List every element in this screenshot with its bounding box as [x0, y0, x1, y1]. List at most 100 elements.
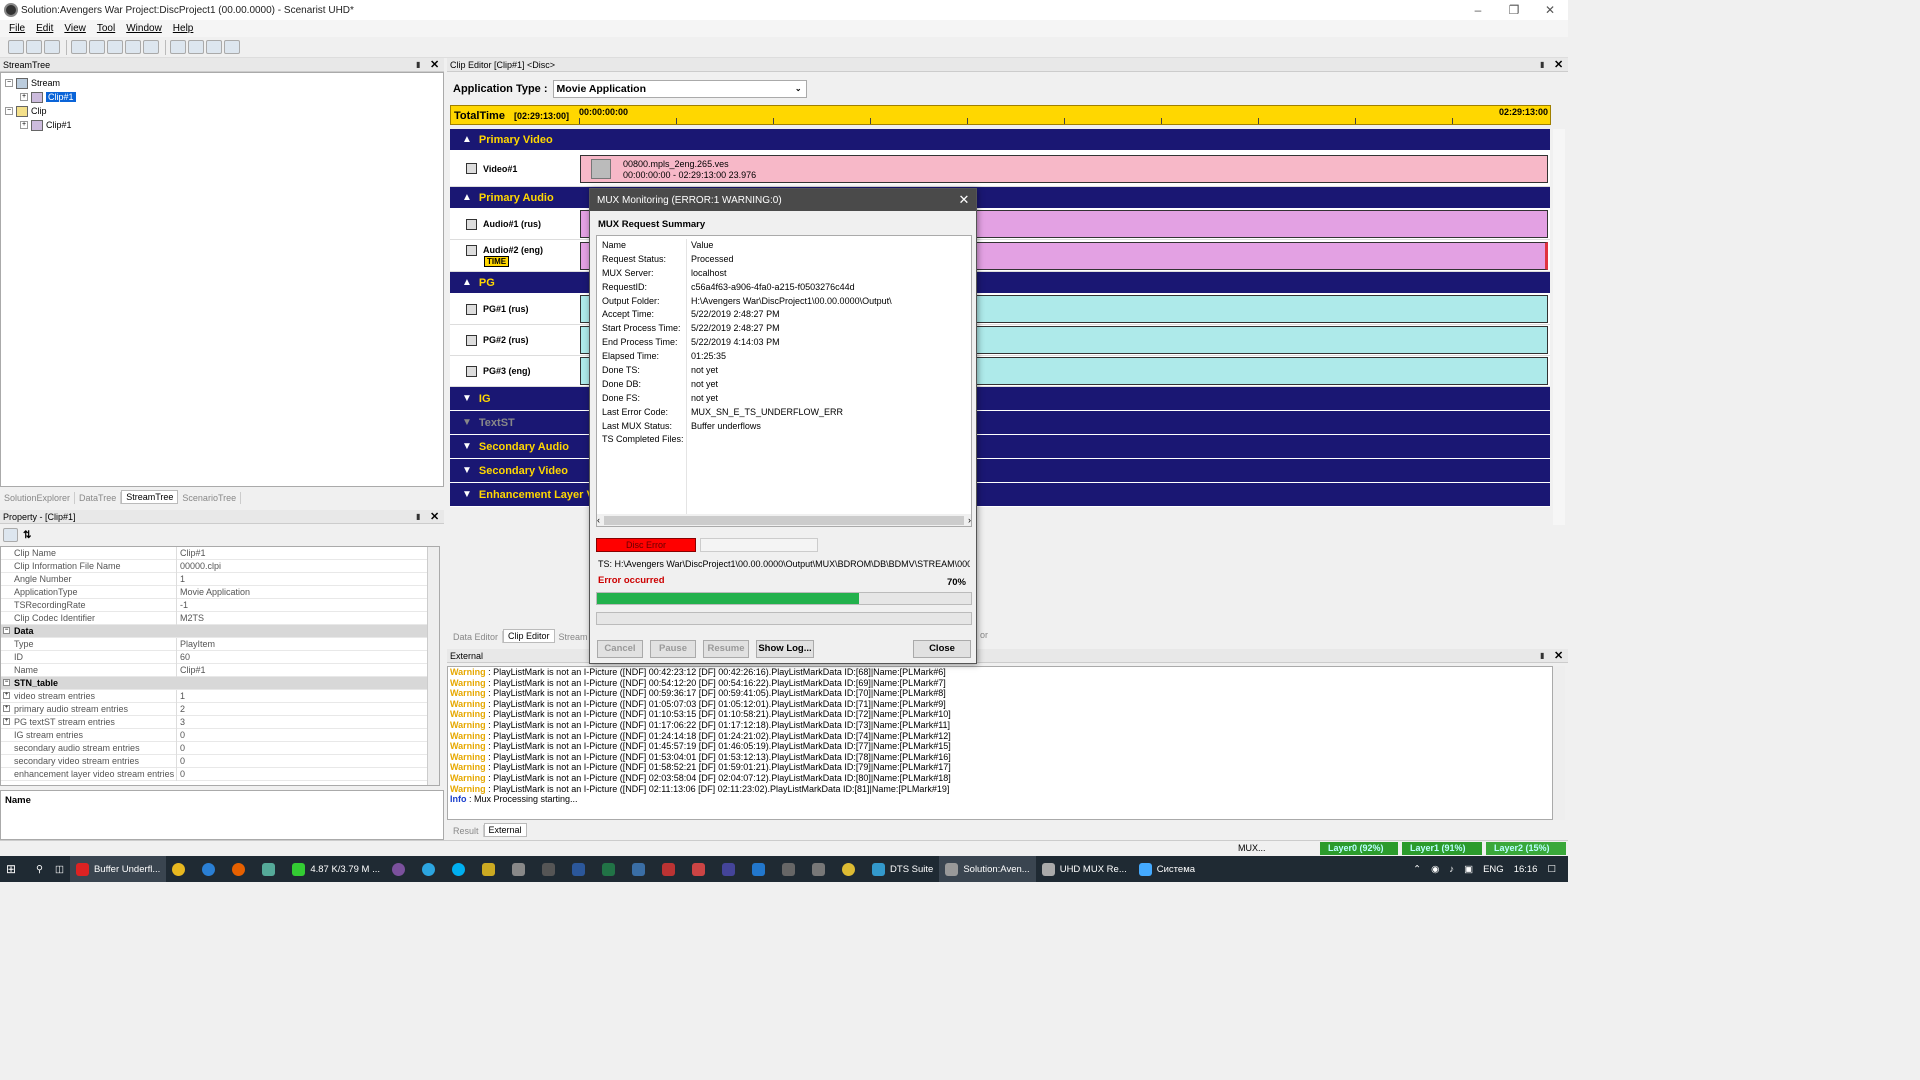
- property-row[interactable]: + PG textST stream entries 3: [1, 715, 439, 729]
- menu-help[interactable]: Help: [173, 23, 194, 34]
- cancel-button[interactable]: Cancel: [597, 640, 643, 658]
- close-window-icon[interactable]: ✕: [1532, 3, 1568, 17]
- menu-view[interactable]: View: [64, 23, 86, 34]
- menu-tool[interactable]: Tool: [97, 23, 115, 34]
- notifications-icon[interactable]: ☐: [1547, 864, 1556, 875]
- dialog-close-icon[interactable]: ✕: [952, 192, 976, 208]
- scroll-left-icon[interactable]: ‹: [597, 515, 600, 525]
- restore-icon[interactable]: ❐: [1496, 3, 1532, 17]
- application-type-select[interactable]: Movie Application ⌄: [552, 80, 807, 98]
- expand-icon[interactable]: +: [20, 93, 28, 101]
- timeline-scrollbar[interactable]: [1553, 129, 1565, 525]
- taskbar-item-dts[interactable]: DTS Suite: [866, 856, 939, 882]
- taskbar-item-torrent[interactable]: 4.87 K/3.79 M ...: [286, 856, 386, 882]
- word-icon[interactable]: [566, 856, 596, 882]
- tab-datatree[interactable]: DataTree: [75, 492, 122, 504]
- app10-icon[interactable]: [776, 856, 806, 882]
- property-row[interactable]: TSRecordingRate -1: [1, 598, 439, 612]
- redo-icon[interactable]: [143, 40, 159, 54]
- close-panel-icon[interactable]: ✕: [430, 510, 444, 523]
- property-row[interactable]: ID 60: [1, 650, 439, 664]
- app4-icon[interactable]: [536, 856, 566, 882]
- property-row[interactable]: Clip Name Clip#1: [1, 547, 439, 560]
- collapse-icon[interactable]: −: [5, 79, 13, 87]
- pause-button[interactable]: Pause: [650, 640, 696, 658]
- property-row[interactable]: Type PlayItem: [1, 637, 439, 651]
- task-view-icon[interactable]: ◫: [49, 856, 70, 882]
- section-primary-video[interactable]: ▲ Primary Video: [450, 129, 1550, 151]
- tab-solution-explorer[interactable]: SolutionExplorer: [0, 492, 76, 504]
- close-button[interactable]: Close: [913, 640, 971, 658]
- collapse-icon[interactable]: −: [3, 679, 10, 686]
- close-panel-icon[interactable]: ✕: [1554, 58, 1568, 71]
- open-icon[interactable]: [26, 40, 42, 54]
- tray-volume-icon[interactable]: ♪: [1449, 864, 1454, 875]
- tab-scenariotree[interactable]: ScenarioTree: [178, 492, 242, 504]
- paste-icon[interactable]: [107, 40, 123, 54]
- menu-file[interactable]: File: [9, 23, 25, 34]
- build-icon[interactable]: [170, 40, 186, 54]
- property-row[interactable]: enhancement layer video stream entries 0: [1, 767, 439, 781]
- app8-icon[interactable]: [716, 856, 746, 882]
- tab-external[interactable]: External: [483, 823, 527, 837]
- scroll-right-icon[interactable]: ›: [968, 515, 971, 525]
- app5-icon[interactable]: [626, 856, 656, 882]
- property-row[interactable]: secondary audio stream entries 0: [1, 741, 439, 755]
- expand-icon[interactable]: +: [3, 705, 10, 712]
- app9-icon[interactable]: [746, 856, 776, 882]
- taskbar-item-solution[interactable]: Solution:Aven...: [939, 856, 1036, 882]
- tray-chevron-icon[interactable]: ⌃: [1413, 864, 1421, 875]
- property-row[interactable]: ApplicationType Movie Application: [1, 585, 439, 599]
- app11-icon[interactable]: [836, 856, 866, 882]
- scroll-thumb[interactable]: [604, 515, 964, 525]
- search-icon[interactable]: ⚲: [30, 856, 49, 882]
- network-icon[interactable]: [206, 40, 222, 54]
- expand-icon[interactable]: +: [20, 121, 28, 129]
- save-icon[interactable]: [44, 40, 60, 54]
- property-row[interactable]: Angle Number 1: [1, 572, 439, 586]
- timeline-ruler[interactable]: TotalTime [02:29:13:00] 00:00:00:00 02:2…: [450, 105, 1551, 125]
- property-row[interactable]: IG stream entries 0: [1, 728, 439, 742]
- tab-streamtree[interactable]: StreamTree: [121, 490, 179, 504]
- disc-icon[interactable]: [224, 40, 240, 54]
- tree-node-stream[interactable]: − Stream: [5, 76, 443, 90]
- collapse-icon[interactable]: −: [5, 107, 13, 115]
- pin-icon[interactable]: ▮: [1540, 651, 1554, 660]
- chrome-icon[interactable]: [166, 856, 196, 882]
- menu-window[interactable]: Window: [126, 23, 162, 34]
- track-video-1[interactable]: Video#1 00800.mpls_2eng.265.ves 00:00:00…: [450, 151, 1550, 187]
- expand-icon[interactable]: +: [3, 718, 10, 725]
- property-scrollbar[interactable]: [427, 547, 439, 785]
- app7-icon[interactable]: [686, 856, 716, 882]
- skype-icon[interactable]: [446, 856, 476, 882]
- viber-icon[interactable]: [386, 856, 416, 882]
- close-panel-icon[interactable]: ✕: [430, 58, 444, 71]
- tab-clip-editor[interactable]: Clip Editor: [503, 629, 555, 643]
- tree-node-clip-clip[interactable]: + Clip#1: [5, 118, 443, 132]
- tree-node-stream-clip[interactable]: + Clip#1: [5, 90, 443, 104]
- property-row[interactable]: secondary video stream entries 0: [1, 754, 439, 768]
- collapse-icon[interactable]: −: [3, 627, 10, 634]
- menu-edit[interactable]: Edit: [36, 23, 53, 34]
- property-row[interactable]: Clip Information File Name 00000.clpi: [1, 559, 439, 573]
- show-log-button[interactable]: Show Log...: [756, 640, 814, 658]
- app6-icon[interactable]: [656, 856, 686, 882]
- app2-icon[interactable]: [476, 856, 506, 882]
- firefox-icon[interactable]: [226, 856, 256, 882]
- clock[interactable]: 16:16: [1514, 864, 1538, 875]
- tray-network-icon[interactable]: ▣: [1464, 864, 1473, 875]
- tray-wifi-icon[interactable]: ◉: [1431, 864, 1439, 875]
- log-scrollbar[interactable]: [1553, 666, 1565, 820]
- video-clip-bar[interactable]: 00800.mpls_2eng.265.ves 00:00:00:00 - 02…: [580, 154, 1548, 183]
- sort-alpha-icon[interactable]: ⇅: [23, 530, 31, 541]
- windows-start-icon[interactable]: ⊞: [0, 856, 30, 882]
- categorized-icon[interactable]: [3, 528, 18, 542]
- property-row[interactable]: Name Clip#1: [1, 663, 439, 677]
- excel-icon[interactable]: [596, 856, 626, 882]
- minimize-icon[interactable]: –: [1460, 3, 1496, 17]
- tree-node-clip[interactable]: − Clip: [5, 104, 443, 118]
- tab-overflow-label[interactable]: or: [980, 630, 988, 640]
- mux-icon[interactable]: [188, 40, 204, 54]
- property-category[interactable]: − Data: [1, 625, 439, 638]
- property-row[interactable]: + video stream entries 1: [1, 689, 439, 703]
